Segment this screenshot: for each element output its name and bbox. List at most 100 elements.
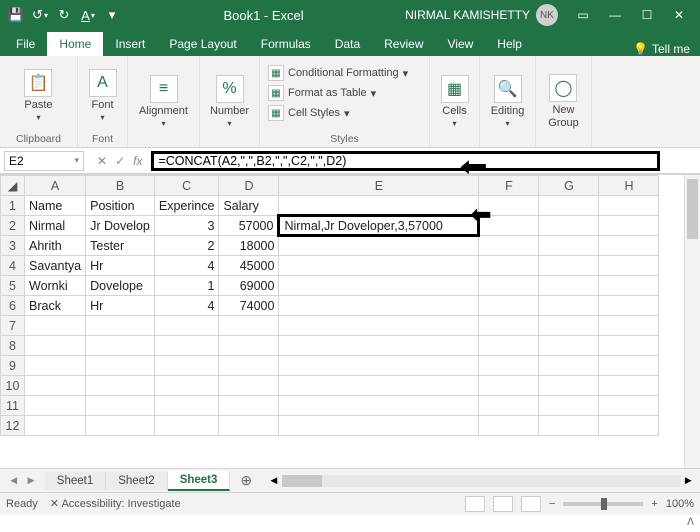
paste-button[interactable]: 📋 Paste ▾ bbox=[20, 67, 56, 124]
cell[interactable] bbox=[279, 296, 479, 316]
cell[interactable] bbox=[539, 316, 599, 336]
prev-sheet-icon[interactable]: ◄ bbox=[6, 475, 21, 487]
cell[interactable] bbox=[479, 316, 539, 336]
cell[interactable]: 1 bbox=[154, 276, 219, 296]
cell[interactable] bbox=[279, 196, 479, 216]
cell[interactable]: 74000 bbox=[219, 296, 279, 316]
row-header[interactable]: 1 bbox=[1, 196, 25, 216]
row-header[interactable]: 5 bbox=[1, 276, 25, 296]
cell[interactable]: Brack bbox=[25, 296, 86, 316]
row-header[interactable]: 2 bbox=[1, 216, 25, 236]
cell[interactable] bbox=[599, 376, 659, 396]
name-box[interactable]: E2▾ bbox=[4, 151, 84, 171]
sheet-tab-3[interactable]: Sheet3 bbox=[168, 471, 231, 491]
cell[interactable] bbox=[219, 376, 279, 396]
cell[interactable] bbox=[479, 416, 539, 436]
col-header-b[interactable]: B bbox=[86, 176, 155, 196]
cell[interactable] bbox=[154, 416, 219, 436]
cell[interactable] bbox=[539, 376, 599, 396]
zoom-level[interactable]: 100% bbox=[666, 498, 694, 510]
tab-help[interactable]: Help bbox=[485, 32, 534, 56]
tab-page-layout[interactable]: Page Layout bbox=[157, 32, 248, 56]
save-icon[interactable]: 💾 bbox=[6, 5, 26, 25]
tab-formulas[interactable]: Formulas bbox=[249, 32, 323, 56]
add-sheet-button[interactable]: ⊕ bbox=[230, 472, 262, 489]
cell[interactable] bbox=[86, 336, 155, 356]
cell[interactable] bbox=[599, 276, 659, 296]
cell[interactable] bbox=[539, 236, 599, 256]
cell[interactable] bbox=[25, 336, 86, 356]
sheet-tab-2[interactable]: Sheet2 bbox=[106, 472, 167, 490]
cell[interactable] bbox=[279, 276, 479, 296]
col-header-h[interactable]: H bbox=[599, 176, 659, 196]
cell[interactable] bbox=[599, 416, 659, 436]
cancel-formula-icon[interactable]: ✕ bbox=[94, 154, 110, 168]
format-as-table-button[interactable]: ▦Format as Table ▾ bbox=[268, 84, 408, 102]
cell[interactable] bbox=[279, 236, 479, 256]
row-header[interactable]: 7 bbox=[1, 316, 25, 336]
sheet-tab-1[interactable]: Sheet1 bbox=[45, 472, 106, 490]
accessibility-status[interactable]: ✕ Accessibility: Investigate bbox=[50, 497, 181, 510]
cell[interactable] bbox=[599, 236, 659, 256]
cell[interactable] bbox=[599, 296, 659, 316]
ribbon-options-icon[interactable]: ▭ bbox=[568, 4, 598, 26]
cell[interactable]: Salary bbox=[219, 196, 279, 216]
font-button[interactable]: AFont▾ bbox=[85, 67, 121, 124]
col-header-e[interactable]: E bbox=[279, 176, 479, 196]
cell[interactable] bbox=[599, 336, 659, 356]
row-header[interactable]: 11 bbox=[1, 396, 25, 416]
cell[interactable] bbox=[219, 336, 279, 356]
cell[interactable] bbox=[219, 356, 279, 376]
cell[interactable] bbox=[279, 376, 479, 396]
cell[interactable] bbox=[539, 196, 599, 216]
cell[interactable] bbox=[599, 196, 659, 216]
horizontal-scrollbar[interactable]: ◄► bbox=[262, 475, 700, 487]
cell[interactable] bbox=[279, 336, 479, 356]
cell[interactable] bbox=[479, 296, 539, 316]
zoom-in-icon[interactable]: + bbox=[651, 498, 657, 510]
cell[interactable] bbox=[154, 336, 219, 356]
row-header[interactable]: 8 bbox=[1, 336, 25, 356]
undo-icon[interactable]: ↺ bbox=[30, 5, 50, 25]
tab-view[interactable]: View bbox=[436, 32, 486, 56]
tab-insert[interactable]: Insert bbox=[103, 32, 157, 56]
cell[interactable] bbox=[219, 396, 279, 416]
cell[interactable]: Nirmal bbox=[25, 216, 86, 236]
col-header-d[interactable]: D bbox=[219, 176, 279, 196]
cell[interactable] bbox=[479, 336, 539, 356]
col-header-f[interactable]: F bbox=[479, 176, 539, 196]
vertical-scrollbar[interactable] bbox=[684, 175, 700, 468]
row-header[interactable]: 10 bbox=[1, 376, 25, 396]
cell[interactable] bbox=[539, 276, 599, 296]
cell[interactable] bbox=[479, 376, 539, 396]
col-header-a[interactable]: A bbox=[25, 176, 86, 196]
accept-formula-icon[interactable]: ✓ bbox=[112, 154, 128, 168]
cell[interactable] bbox=[154, 396, 219, 416]
row-header[interactable]: 12 bbox=[1, 416, 25, 436]
cell[interactable] bbox=[279, 416, 479, 436]
alignment-button[interactable]: ≡Alignment▾ bbox=[135, 73, 192, 130]
cell[interactable]: Position bbox=[86, 196, 155, 216]
cell[interactable] bbox=[479, 396, 539, 416]
cell[interactable] bbox=[86, 316, 155, 336]
normal-view-icon[interactable] bbox=[465, 496, 485, 512]
cell[interactable]: 69000 bbox=[219, 276, 279, 296]
zoom-slider[interactable] bbox=[563, 502, 643, 506]
cell[interactable] bbox=[599, 216, 659, 236]
page-break-view-icon[interactable] bbox=[521, 496, 541, 512]
cell[interactable] bbox=[25, 396, 86, 416]
next-sheet-icon[interactable]: ► bbox=[23, 475, 38, 487]
new-group-button[interactable]: ◯New Group bbox=[544, 72, 583, 130]
cell[interactable] bbox=[539, 256, 599, 276]
cell[interactable]: 2 bbox=[154, 236, 219, 256]
tell-me[interactable]: 💡 Tell me bbox=[633, 42, 690, 56]
row-header[interactable]: 6 bbox=[1, 296, 25, 316]
cell[interactable] bbox=[25, 356, 86, 376]
cell[interactable] bbox=[279, 356, 479, 376]
cell[interactable] bbox=[539, 216, 599, 236]
cell[interactable]: 4 bbox=[154, 256, 219, 276]
minimize-icon[interactable]: — bbox=[600, 4, 630, 26]
cell[interactable] bbox=[599, 256, 659, 276]
cell[interactable] bbox=[479, 356, 539, 376]
cell[interactable] bbox=[539, 416, 599, 436]
